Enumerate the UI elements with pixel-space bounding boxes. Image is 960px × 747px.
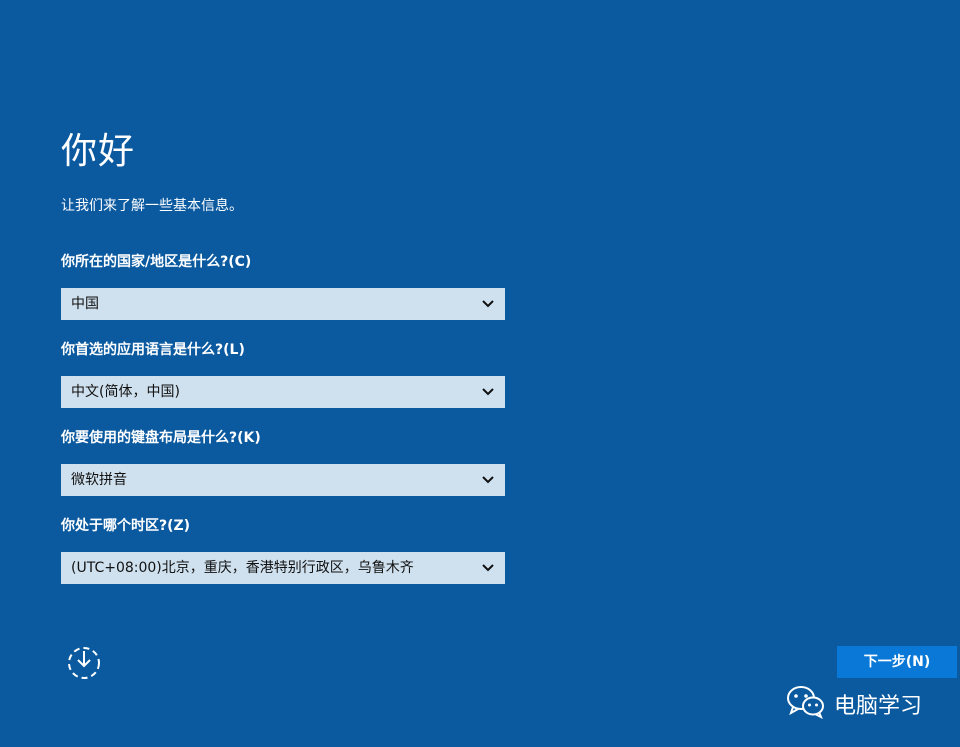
watermark: 电脑学习 (786, 686, 922, 722)
language-select[interactable]: 中文(简体，中国) (61, 376, 505, 408)
page-title: 你好 (61, 131, 136, 172)
chevron-down-icon (481, 376, 495, 408)
chevron-down-icon (481, 464, 495, 496)
keyboard-select[interactable]: 微软拼音 (61, 464, 505, 496)
country-select-value: 中国 (71, 296, 99, 312)
timezone-select[interactable]: (UTC+08:00)北京，重庆，香港特别行政区，乌鲁木齐 (61, 552, 505, 584)
keyboard-label: 你要使用的键盘布局是什么?(K) (61, 430, 261, 446)
page-subtitle: 让我们来了解一些基本信息。 (61, 198, 243, 214)
watermark-text: 电脑学习 (834, 694, 923, 719)
setup-form: 你好 让我们来了解一些基本信息。 你所在的国家/地区是什么?(C) 中国 你首选… (61, 130, 505, 584)
country-label: 你所在的国家/地区是什么?(C) (61, 254, 252, 270)
keyboard-select-value: 微软拼音 (71, 472, 127, 488)
timezone-select-value: (UTC+08:00)北京，重庆，香港特别行政区，乌鲁木齐 (71, 560, 414, 576)
chevron-down-icon (481, 288, 495, 320)
language-label: 你首选的应用语言是什么?(L) (61, 342, 245, 358)
timezone-label: 你处于哪个时区?(Z) (61, 518, 191, 534)
next-button[interactable]: 下一步(N) (837, 646, 957, 678)
language-select-value: 中文(简体，中国) (71, 384, 180, 400)
wechat-icon (786, 685, 826, 723)
country-select[interactable]: 中国 (61, 288, 505, 320)
chevron-down-icon (481, 552, 495, 584)
ease-of-access-icon[interactable] (66, 645, 102, 681)
